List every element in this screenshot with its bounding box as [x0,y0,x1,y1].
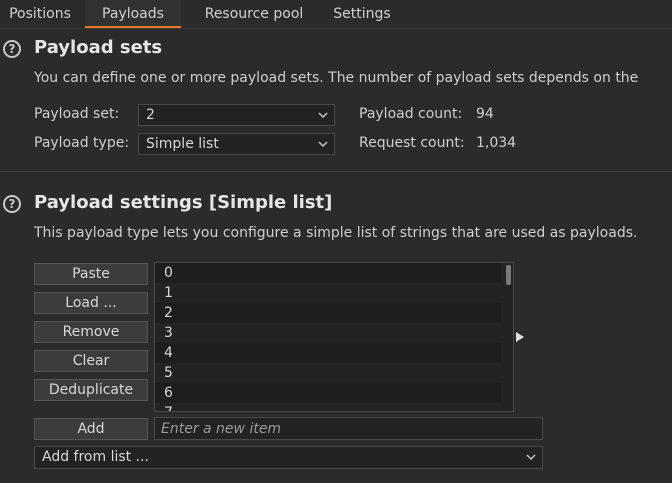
chevron-down-icon [318,141,328,148]
help-icon[interactable]: ? [3,195,21,213]
tab-payloads[interactable]: Payloads [85,0,181,28]
load-button[interactable]: Load ... [34,292,148,314]
new-item-input[interactable] [154,417,543,440]
list-item[interactable]: 7 [155,403,501,411]
add-from-list-label: Add from list ... [42,449,149,465]
list-scrollbar[interactable] [505,265,512,409]
list-item[interactable]: 6 [155,383,501,403]
payload-type-label: Payload type: [34,135,130,151]
payload-type-value: Simple list [146,136,219,152]
chevron-down-icon [318,112,328,119]
add-from-list-select[interactable]: Add from list ... [34,446,543,469]
list-item[interactable]: 2 [155,303,501,323]
list-item[interactable]: 4 [155,343,501,363]
tab-positions[interactable]: Positions [0,0,80,28]
deduplicate-button[interactable]: Deduplicate [34,379,148,401]
request-count-label: Request count: [359,135,465,151]
payload-count-label: Payload count: [359,106,463,122]
request-count-value: 1,034 [476,135,517,151]
chevron-down-icon [526,454,536,461]
section-divider [0,171,672,172]
payload-set-select[interactable]: 2 [138,104,335,126]
payload-settings-title: Payload settings [Simple list] [34,192,333,213]
tab-bar: Positions Payloads Resource pool Setting… [0,0,672,29]
payload-sets-title: Payload sets [34,37,163,58]
list-item[interactable]: 3 [155,323,501,343]
tab-resource-pool[interactable]: Resource pool [188,0,320,28]
scrollbar-thumb[interactable] [506,265,511,285]
payload-type-select[interactable]: Simple list [138,133,335,155]
payload-set-value: 2 [146,107,155,123]
list-item[interactable]: 5 [155,363,501,383]
payload-settings-description: This payload type lets you configure a s… [34,225,638,241]
payload-count-value: 94 [476,106,494,122]
tab-settings[interactable]: Settings [322,0,402,28]
payload-set-label: Payload set: [34,106,120,122]
list-item[interactable]: 1 [155,283,501,303]
payload-list[interactable]: 0 1 2 3 4 5 6 7 [154,262,514,412]
list-item[interactable]: 0 [155,263,501,283]
paste-button[interactable]: Paste [34,263,148,285]
remove-button[interactable]: Remove [34,321,148,343]
expand-arrow-icon[interactable] [516,332,524,342]
add-button[interactable]: Add [34,418,148,440]
clear-button[interactable]: Clear [34,350,148,372]
help-icon[interactable]: ? [3,40,21,58]
payload-sets-description: You can define one or more payload sets.… [34,70,639,86]
